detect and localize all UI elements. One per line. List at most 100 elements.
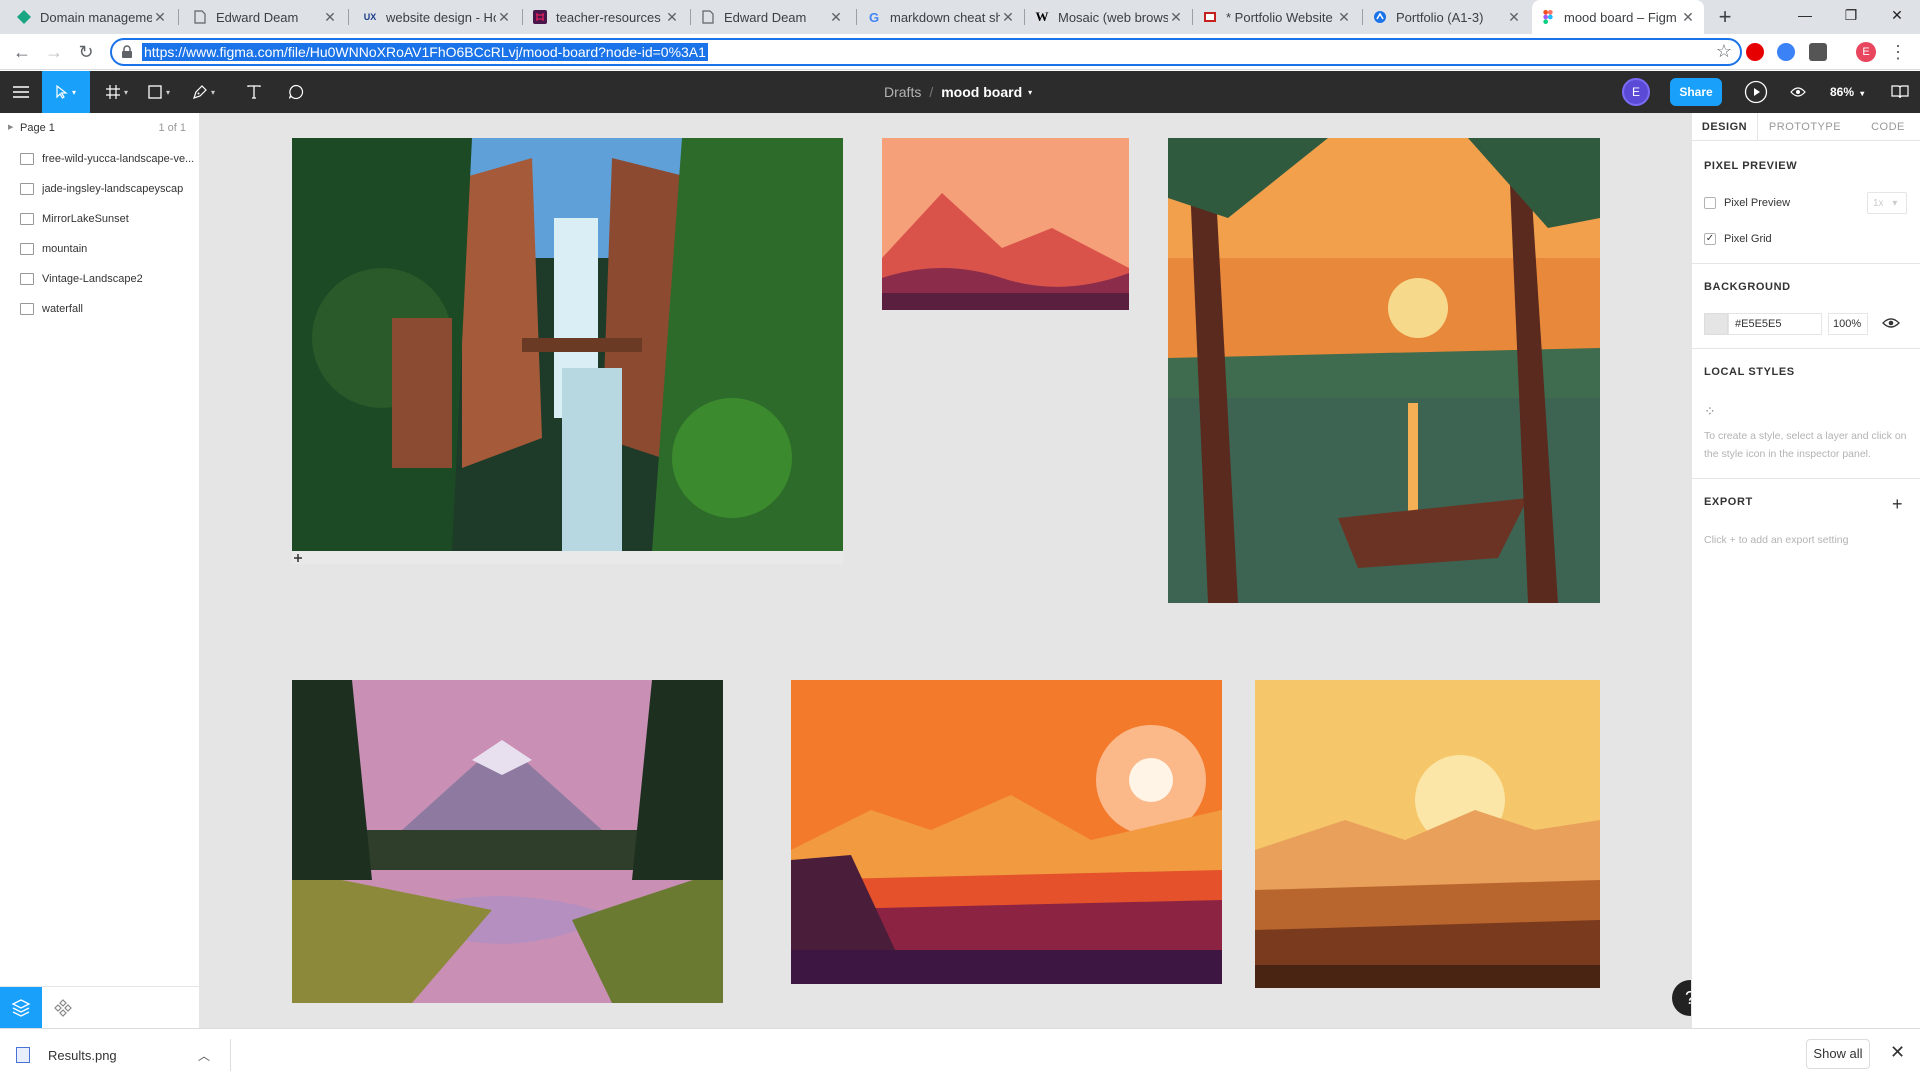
view-only-toggle[interactable] xyxy=(1778,71,1818,113)
eye-icon[interactable] xyxy=(1882,316,1900,330)
close-icon[interactable]: ✕ xyxy=(322,9,338,26)
close-icon[interactable]: ✕ xyxy=(1336,9,1352,26)
tab-title: Mosaic (web brows xyxy=(1058,9,1168,25)
play-icon xyxy=(1744,80,1768,104)
close-icon[interactable]: ✕ xyxy=(1506,9,1522,26)
browser-tab[interactable]: * Portfolio Website ✕ xyxy=(1194,0,1360,34)
tab-title: Domain manageme xyxy=(40,9,152,25)
google-icon: G xyxy=(868,9,880,25)
forward-arrow-icon[interactable]: → xyxy=(42,40,66,64)
browser-tab-active[interactable]: mood board – Figm ✕ xyxy=(1532,0,1704,34)
hamburger-menu-icon[interactable] xyxy=(0,71,42,113)
layer-item[interactable]: free-wild-yucca-landscape-ve... xyxy=(0,144,200,174)
file-name[interactable]: mood board xyxy=(941,84,1022,100)
layer-name: MirrorLakeSunset xyxy=(42,213,129,225)
pixel-preview-scale-select[interactable]: 1x ▾ xyxy=(1867,192,1907,214)
pixel-grid-checkbox[interactable]: ✓ xyxy=(1704,233,1716,245)
layer-item[interactable]: mountain xyxy=(0,234,200,264)
browser-tab[interactable]: Domain manageme ✕ xyxy=(8,0,176,34)
close-icon[interactable]: ✕ xyxy=(1000,9,1016,26)
zoom-dropdown[interactable]: 86% ▾ xyxy=(1830,71,1864,113)
image-layer-icon xyxy=(20,243,34,255)
library-button[interactable] xyxy=(1880,71,1920,113)
book-icon xyxy=(1891,85,1909,99)
tab-prototype[interactable]: PROTOTYPE xyxy=(1760,113,1850,141)
image-waterfall[interactable] xyxy=(292,138,843,564)
background-opacity-input[interactable]: 100% xyxy=(1828,313,1868,335)
extension-icon[interactable] xyxy=(1809,43,1827,61)
close-icon[interactable]: ✕ xyxy=(1680,9,1696,26)
chevron-down-icon[interactable]: ▾ xyxy=(1028,88,1032,97)
present-button[interactable] xyxy=(1736,71,1776,113)
user-avatar[interactable]: E xyxy=(1622,78,1650,106)
window-close-icon[interactable]: ✕ xyxy=(1874,0,1920,30)
pen-tool[interactable]: ▾ xyxy=(180,71,228,113)
page-selector[interactable]: ▶ Page 1 1 of 1 xyxy=(0,113,200,143)
layer-item[interactable]: jade-ingsley-landscapeyscap xyxy=(0,174,200,204)
bookmark-star-icon[interactable]: ☆ xyxy=(1716,41,1732,62)
opera-extension-icon[interactable] xyxy=(1746,43,1764,61)
chevron-up-icon[interactable]: ︿ xyxy=(198,1047,210,1064)
shield-extension-icon[interactable] xyxy=(1777,43,1795,61)
background-color-swatch[interactable] xyxy=(1704,313,1728,335)
close-icon[interactable]: ✕ xyxy=(828,9,844,26)
image-jade-ingsley-landscape[interactable] xyxy=(791,680,1222,984)
share-button[interactable]: Share xyxy=(1670,78,1722,106)
download-item[interactable]: Results.png ︿ xyxy=(16,1039,210,1071)
browser-tab[interactable]: Portfolio (A1-3) ✕ xyxy=(1364,0,1530,34)
image-free-wild-yucca-landscape[interactable] xyxy=(1255,680,1600,988)
back-arrow-icon[interactable]: ← xyxy=(10,40,34,64)
browser-tab[interactable]: G markdown cheat sh ✕ xyxy=(858,0,1024,34)
divider xyxy=(1692,263,1920,264)
close-icon[interactable]: ✕ xyxy=(152,9,168,26)
url-text[interactable]: https://www.figma.com/file/Hu0WNNoXRoAV1… xyxy=(142,43,708,61)
comment-tool[interactable] xyxy=(276,71,316,113)
image-mountain[interactable] xyxy=(882,138,1129,310)
background-hex-input[interactable]: #E5E5E5 xyxy=(1728,313,1822,335)
export-heading: EXPORT xyxy=(1704,496,1753,508)
kebab-menu-icon[interactable]: ⋮ xyxy=(1886,40,1910,64)
new-tab-button[interactable]: + xyxy=(1712,4,1738,30)
assets-tab[interactable] xyxy=(42,987,84,1029)
tab-divider xyxy=(1362,9,1363,25)
close-icon[interactable]: ✕ xyxy=(664,9,680,26)
portfolio-icon xyxy=(1372,9,1388,25)
layers-tab[interactable] xyxy=(0,987,42,1029)
profile-avatar[interactable]: E xyxy=(1856,42,1876,62)
tab-divider xyxy=(1024,9,1025,25)
minimize-icon[interactable]: — xyxy=(1782,0,1828,30)
show-all-button[interactable]: Show all xyxy=(1806,1039,1870,1069)
browser-tab[interactable]: Edward Deam ✕ xyxy=(184,0,346,34)
layer-item[interactable]: waterfall xyxy=(0,294,200,324)
shape-tool[interactable]: ▾ xyxy=(138,71,180,113)
image-mirror-lake-sunset[interactable] xyxy=(292,680,723,1003)
pixel-grid-label: Pixel Grid xyxy=(1724,233,1772,245)
layer-item[interactable]: MirrorLakeSunset xyxy=(0,204,200,234)
frame-tool[interactable]: ▾ xyxy=(96,71,138,113)
browser-tab[interactable]: teacher-resources | ✕ xyxy=(524,0,688,34)
rectangle-icon xyxy=(148,85,162,99)
move-tool[interactable]: ▾ xyxy=(42,71,90,113)
close-icon[interactable]: ✕ xyxy=(1890,1042,1905,1063)
portfolio-icon xyxy=(1202,9,1218,25)
add-export-plus-icon[interactable]: + xyxy=(1892,494,1903,515)
layer-item[interactable]: Vintage-Landscape2 xyxy=(0,264,200,294)
export-hint: Click + to add an export setting xyxy=(1704,534,1849,546)
resize-handle-icon[interactable] xyxy=(292,551,304,563)
image-vintage-landscape[interactable] xyxy=(1168,138,1600,603)
close-icon[interactable]: ✕ xyxy=(496,9,512,26)
browser-tab[interactable]: UX website design - Ho ✕ xyxy=(354,0,520,34)
reload-icon[interactable]: ↻ xyxy=(74,40,98,64)
breadcrumb-project[interactable]: Drafts xyxy=(884,84,921,100)
tab-code[interactable]: CODE xyxy=(1860,113,1916,141)
design-canvas[interactable] xyxy=(200,113,1691,1028)
browser-tab[interactable]: Edward Deam ✕ xyxy=(692,0,852,34)
browser-tab[interactable]: W Mosaic (web brows ✕ xyxy=(1026,0,1192,34)
address-bar[interactable]: https://www.figma.com/file/Hu0WNNoXRoAV1… xyxy=(110,38,1742,66)
close-icon[interactable]: ✕ xyxy=(1168,9,1184,26)
breadcrumb-separator: / xyxy=(929,84,934,100)
tab-design[interactable]: DESIGN xyxy=(1692,113,1758,141)
pixel-preview-checkbox[interactable] xyxy=(1704,197,1716,209)
text-tool[interactable] xyxy=(234,71,274,113)
restore-icon[interactable]: ❐ xyxy=(1828,0,1874,30)
